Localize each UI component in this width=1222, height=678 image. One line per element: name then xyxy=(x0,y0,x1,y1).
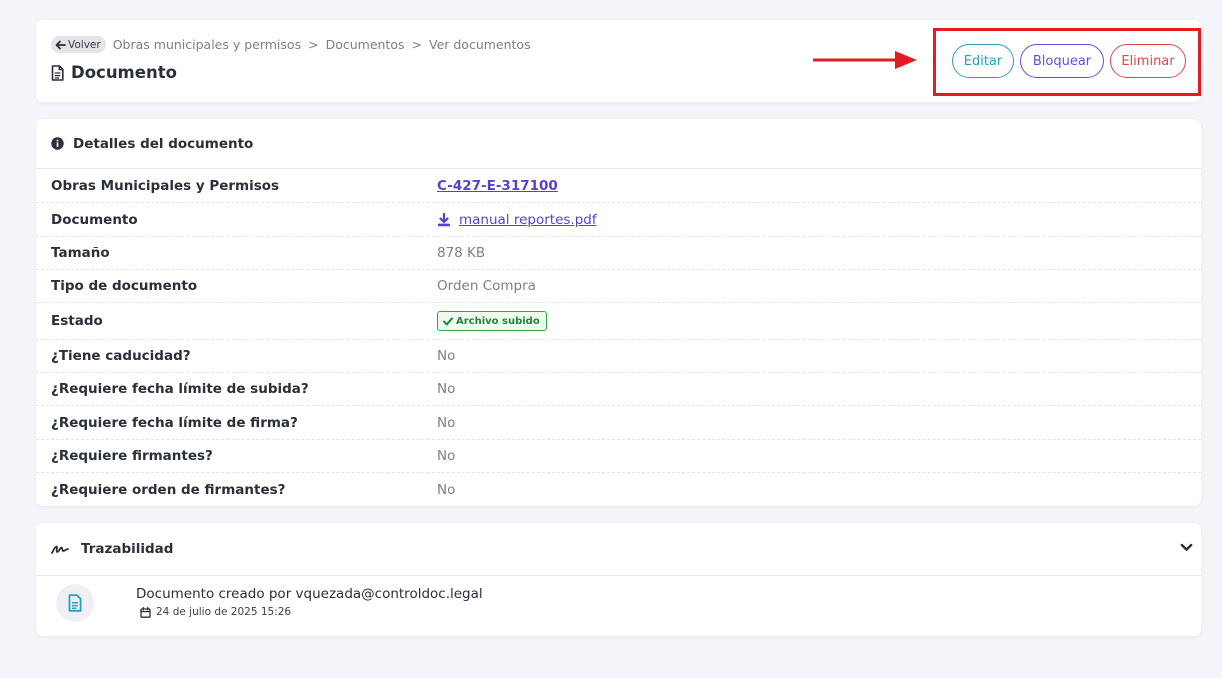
check-icon xyxy=(443,317,453,325)
detail-label: Obras Municipales y Permisos xyxy=(51,178,280,194)
detail-label: Documento xyxy=(51,211,138,228)
details-header: Detalles del documento xyxy=(36,119,1201,169)
detail-value: 878 KB xyxy=(437,245,486,261)
trace-event-text: Documento creado por vquezada@controldoc… xyxy=(136,586,483,602)
status-badge: Archivo subido xyxy=(437,311,547,331)
event-icon-circle xyxy=(56,584,94,622)
detail-row-type: Tipo de documento Orden Compra xyxy=(36,270,1201,303)
arrow-left-icon xyxy=(55,40,66,49)
breadcrumb-item-ver-documentos: Ver documentos xyxy=(428,37,531,52)
detail-label: Tipo de documento xyxy=(51,278,198,294)
traceability-header[interactable]: Trazabilidad xyxy=(36,523,1201,576)
detail-row-sign-deadline: ¿Requiere fecha límite de firma? No xyxy=(36,406,1201,440)
signature-icon xyxy=(51,545,69,554)
delete-button[interactable]: Eliminar xyxy=(1110,44,1186,78)
chevron-down-icon[interactable] xyxy=(1180,543,1193,552)
calendar-icon xyxy=(140,606,151,618)
page-title-text: Documento xyxy=(71,63,177,82)
detail-value: No xyxy=(437,381,456,397)
document-file-link[interactable]: manual reportes.pdf xyxy=(459,212,597,228)
breadcrumb: Volver Obras municipales y permisos > Do… xyxy=(51,36,531,53)
trace-event-date-text: 24 de julio de 2025 15:26 xyxy=(156,606,292,618)
breadcrumb-separator: > xyxy=(411,37,422,52)
detail-value: No xyxy=(437,348,456,364)
document-code-link[interactable]: C-427-E-317100 xyxy=(437,178,558,194)
detail-value: No xyxy=(437,414,456,431)
detail-row-document: Documento manual reportes.pdf xyxy=(36,203,1201,237)
detail-value: No xyxy=(437,481,456,498)
detail-value: C-427-E-317100 xyxy=(437,178,558,194)
status-badge-label: Archivo subido xyxy=(456,315,540,327)
edit-button[interactable]: Editar xyxy=(952,44,1014,78)
download-icon[interactable] xyxy=(437,212,451,227)
back-button[interactable]: Volver xyxy=(51,36,106,53)
detail-label: Estado xyxy=(51,313,103,329)
trace-event-date: 24 de julio de 2025 15:26 xyxy=(140,606,291,618)
annotation-arrow-icon xyxy=(813,51,917,69)
detail-row-signer-order: ¿Requiere orden de firmantes? No xyxy=(36,473,1201,506)
page-header: Volver Obras municipales y permisos > Do… xyxy=(36,20,1201,102)
traceability-panel: Trazabilidad Documento creado por vqueza… xyxy=(36,523,1201,636)
detail-label: ¿Requiere fecha límite de subida? xyxy=(51,381,309,397)
page-title: Documento xyxy=(51,63,177,82)
detail-label: ¿Requiere orden de firmantes? xyxy=(51,481,286,498)
back-label: Volver xyxy=(68,38,101,51)
detail-row-status: Estado Archivo subido xyxy=(36,303,1201,340)
detail-row-category: Obras Municipales y Permisos C-427-E-317… xyxy=(36,170,1201,203)
file-icon xyxy=(51,64,64,81)
details-title: Detalles del documento xyxy=(73,135,254,152)
traceability-title: Trazabilidad xyxy=(81,541,174,557)
file-text-icon xyxy=(68,594,82,612)
detail-label: ¿Tiene caducidad? xyxy=(51,348,191,364)
breadcrumb-item-documentos[interactable]: Documentos xyxy=(326,37,405,52)
document-details-panel: Detalles del documento Obras Municipales… xyxy=(36,119,1201,506)
detail-value: No xyxy=(437,448,456,464)
detail-value: Orden Compra xyxy=(437,278,536,294)
detail-row-signers: ¿Requiere firmantes? No xyxy=(36,440,1201,473)
detail-label: ¿Requiere fecha límite de firma? xyxy=(51,414,298,431)
breadcrumb-separator: > xyxy=(308,37,319,52)
detail-row-upload-deadline: ¿Requiere fecha límite de subida? No xyxy=(36,373,1201,406)
detail-row-expiry: ¿Tiene caducidad? No xyxy=(36,340,1201,373)
detail-value: Archivo subido xyxy=(437,311,547,331)
detail-label: Tamaño xyxy=(51,245,110,261)
breadcrumb-item-obras[interactable]: Obras municipales y permisos xyxy=(113,37,301,52)
lock-button[interactable]: Bloquear xyxy=(1020,44,1104,78)
info-circle-icon xyxy=(51,137,64,150)
detail-value: manual reportes.pdf xyxy=(437,212,597,228)
detail-row-size: Tamaño 878 KB xyxy=(36,237,1201,270)
detail-label: ¿Requiere firmantes? xyxy=(51,448,213,464)
